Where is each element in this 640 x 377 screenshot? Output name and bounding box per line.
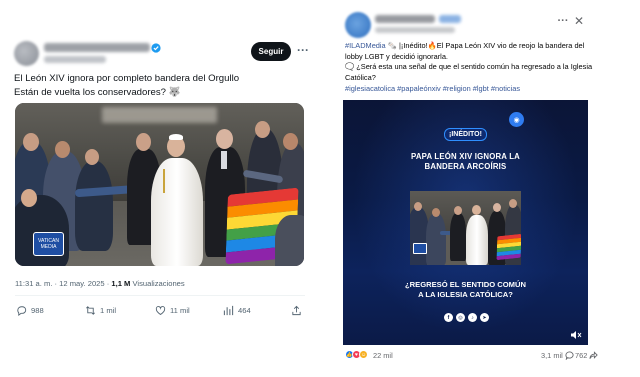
hashtag-link[interactable]: #ILADMedia (345, 41, 386, 50)
x-post-card: Seguir ··· El León XIV ignora por comple… (0, 0, 320, 377)
timestamp-text: 11:31 a. m. · 12 may. 2025 · (15, 279, 112, 288)
more-options-icon[interactable]: ··· (556, 16, 570, 27)
reply-count: 988 (31, 305, 44, 315)
post-text: El León XIV ignora por completo bandera … (14, 72, 306, 100)
watermark-text: VATICAN MEDIA (38, 238, 59, 250)
post-text-line: lobby LGBT y decidió ignorarla. (345, 51, 448, 61)
channel-logo-icon: ◉ (509, 112, 524, 127)
post-footer: 👍 ♥ ☺ 22 mil 3,1 mil 762 (345, 350, 599, 362)
facebook-icon: f (444, 313, 453, 322)
video-headline: PAPA LEÓN XIV IGNORA LA BANDERA ARCOÍRIS (343, 152, 588, 172)
reactions-count[interactable]: 22 mil (373, 351, 393, 360)
post-meta-blurred (375, 27, 455, 33)
video-question-line: ¿REGRESÓ EL SENTIDO COMÚN (405, 280, 526, 289)
verified-badge-icon (151, 43, 161, 53)
hashtags[interactable]: #iglesiacatolica #papaleónxiv #religion … (345, 84, 520, 93)
page-name-blurred[interactable] (375, 15, 435, 23)
comments-count: 3,1 mil (541, 351, 563, 360)
post-text: #ILADMedia 🗞️ |¡Inédito!🔥El Papa León XI… (345, 41, 593, 83)
views-count: 1,1 M (111, 279, 131, 288)
video-question: ¿REGRESÓ EL SENTIDO COMÚN A LA IGLESIA C… (343, 280, 588, 300)
video-thumbnail-photo (410, 191, 521, 265)
close-icon[interactable]: ✕ (573, 15, 585, 27)
views-label: Visualizaciones (130, 279, 185, 288)
follow-link-blurred[interactable] (439, 15, 461, 23)
social-icons: f ◎ ♪ ➤ (444, 313, 489, 325)
follow-button[interactable]: Seguir (251, 42, 291, 61)
mute-icon[interactable] (570, 330, 582, 340)
author-handle-blurred[interactable] (44, 56, 106, 63)
like-icon (155, 305, 166, 315)
repost-icon (86, 305, 95, 315)
video-headline-line: PAPA LEÓN XIV IGNORA LA (411, 152, 520, 161)
telegram-icon: ➤ (480, 313, 489, 322)
haha-reaction-icon: ☺ (359, 350, 368, 359)
like-button[interactable]: 11 mil (155, 302, 190, 318)
repost-count: 1 mil (100, 305, 117, 315)
tiktok-icon: ♪ (468, 313, 477, 322)
share-icon (292, 305, 301, 315)
facebook-post-card: ··· ✕ #ILADMedia 🗞️ |¡Inédito!🔥El Papa L… (331, 0, 640, 377)
like-count: 11 mil (170, 305, 190, 315)
post-timestamp[interactable]: 11:31 a. m. · 12 may. 2025 · 1,1 M Visua… (15, 279, 185, 288)
post-text-line: El León XIV ignora por completo bandera … (14, 73, 240, 84)
post-text-line: Están de vuelta los conservadores? 🐺 (14, 87, 181, 98)
action-bar: 988 1 mil 11 mil 464 (15, 302, 305, 318)
author-name-blurred[interactable] (44, 43, 150, 52)
repost-button[interactable]: 1 mil (85, 302, 116, 318)
post-text-fragment: 🗞️ |¡Inédito!🔥El Papa León XIV vio de re… (385, 41, 585, 50)
author-avatar[interactable] (14, 41, 39, 66)
inedito-badge: ¡INÉDITO! (444, 128, 487, 141)
video-question-line: A LA IGLESIA CATÓLICA? (418, 290, 513, 299)
bookmark-button[interactable]: 464 (223, 302, 251, 318)
page-avatar[interactable] (345, 12, 371, 38)
reply-icon (17, 305, 27, 316)
post-text-line: #ILADMedia 🗞️ |¡Inédito!🔥El Papa León XI… (345, 41, 590, 52)
bookmark-icon (223, 305, 234, 315)
post-photo[interactable]: VATICAN MEDIA (15, 103, 304, 266)
post-text-line: 🗨️ ¿Será esta una señal de que el sentid… (345, 62, 593, 72)
video-player[interactable]: ◉ ¡INÉDITO! PAPA LEÓN XIV IGNORA LA BAND… (343, 100, 588, 345)
share-button[interactable] (291, 302, 302, 318)
vatican-media-logo: VATICAN MEDIA (33, 232, 64, 256)
comments-link[interactable]: 3,1 mil (541, 351, 574, 360)
shares-count: 762 (575, 351, 588, 360)
shares-link[interactable]: 762 (575, 351, 599, 360)
more-options-icon[interactable]: ··· (296, 44, 310, 57)
reply-button[interactable]: 988 (16, 302, 44, 318)
video-headline-line: BANDERA ARCOÍRIS (424, 162, 507, 171)
instagram-icon: ◎ (456, 313, 465, 322)
post-text-line: Católica? (345, 72, 376, 82)
comment-icon (565, 351, 574, 360)
reactions[interactable]: 👍 ♥ ☺ (345, 350, 368, 359)
bookmark-count: 464 (238, 305, 251, 315)
share-icon (589, 351, 599, 359)
divider (15, 295, 305, 296)
